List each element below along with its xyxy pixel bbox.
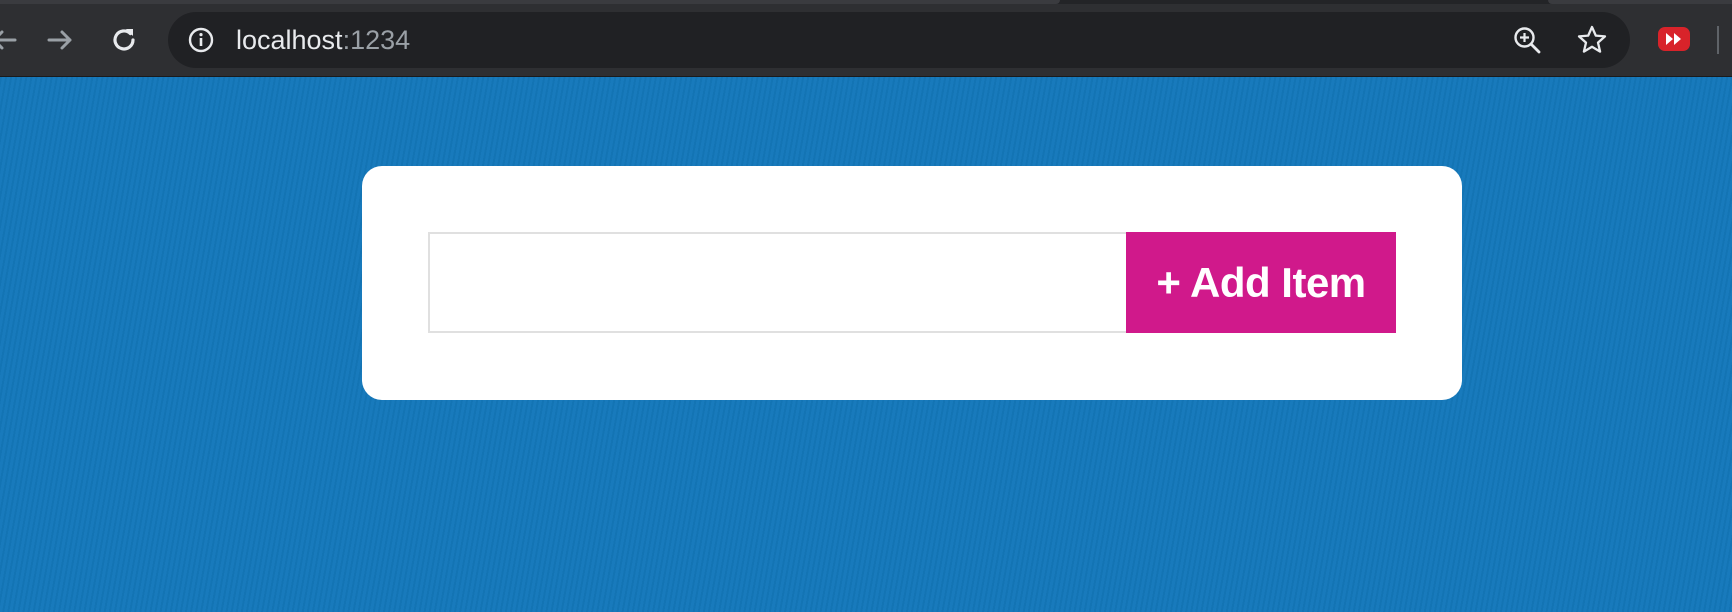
browser-toolbar: localhost:1234 <box>0 0 1732 77</box>
page-viewport: + Add Item <box>0 77 1732 612</box>
zoom-in-icon[interactable] <box>1512 25 1542 55</box>
back-arrow-icon[interactable] <box>0 22 22 58</box>
url-port: :1234 <box>342 25 411 55</box>
url-text[interactable]: localhost:1234 <box>236 12 410 68</box>
fast-forward-extension-icon[interactable] <box>1657 25 1691 53</box>
url-host: localhost <box>236 25 343 55</box>
address-bar[interactable]: localhost:1234 <box>168 12 1630 68</box>
add-item-card: + Add Item <box>362 166 1462 400</box>
tab-strip <box>0 0 1732 4</box>
tab-edge <box>0 0 1060 4</box>
item-input[interactable] <box>428 232 1126 333</box>
toolbar-divider <box>1717 26 1719 54</box>
add-item-button[interactable]: + Add Item <box>1126 232 1396 333</box>
forward-arrow-icon[interactable] <box>42 22 78 58</box>
star-icon[interactable] <box>1576 24 1608 56</box>
tab-edge <box>1548 0 1732 4</box>
info-icon[interactable] <box>188 27 214 53</box>
reload-icon[interactable] <box>106 22 142 58</box>
